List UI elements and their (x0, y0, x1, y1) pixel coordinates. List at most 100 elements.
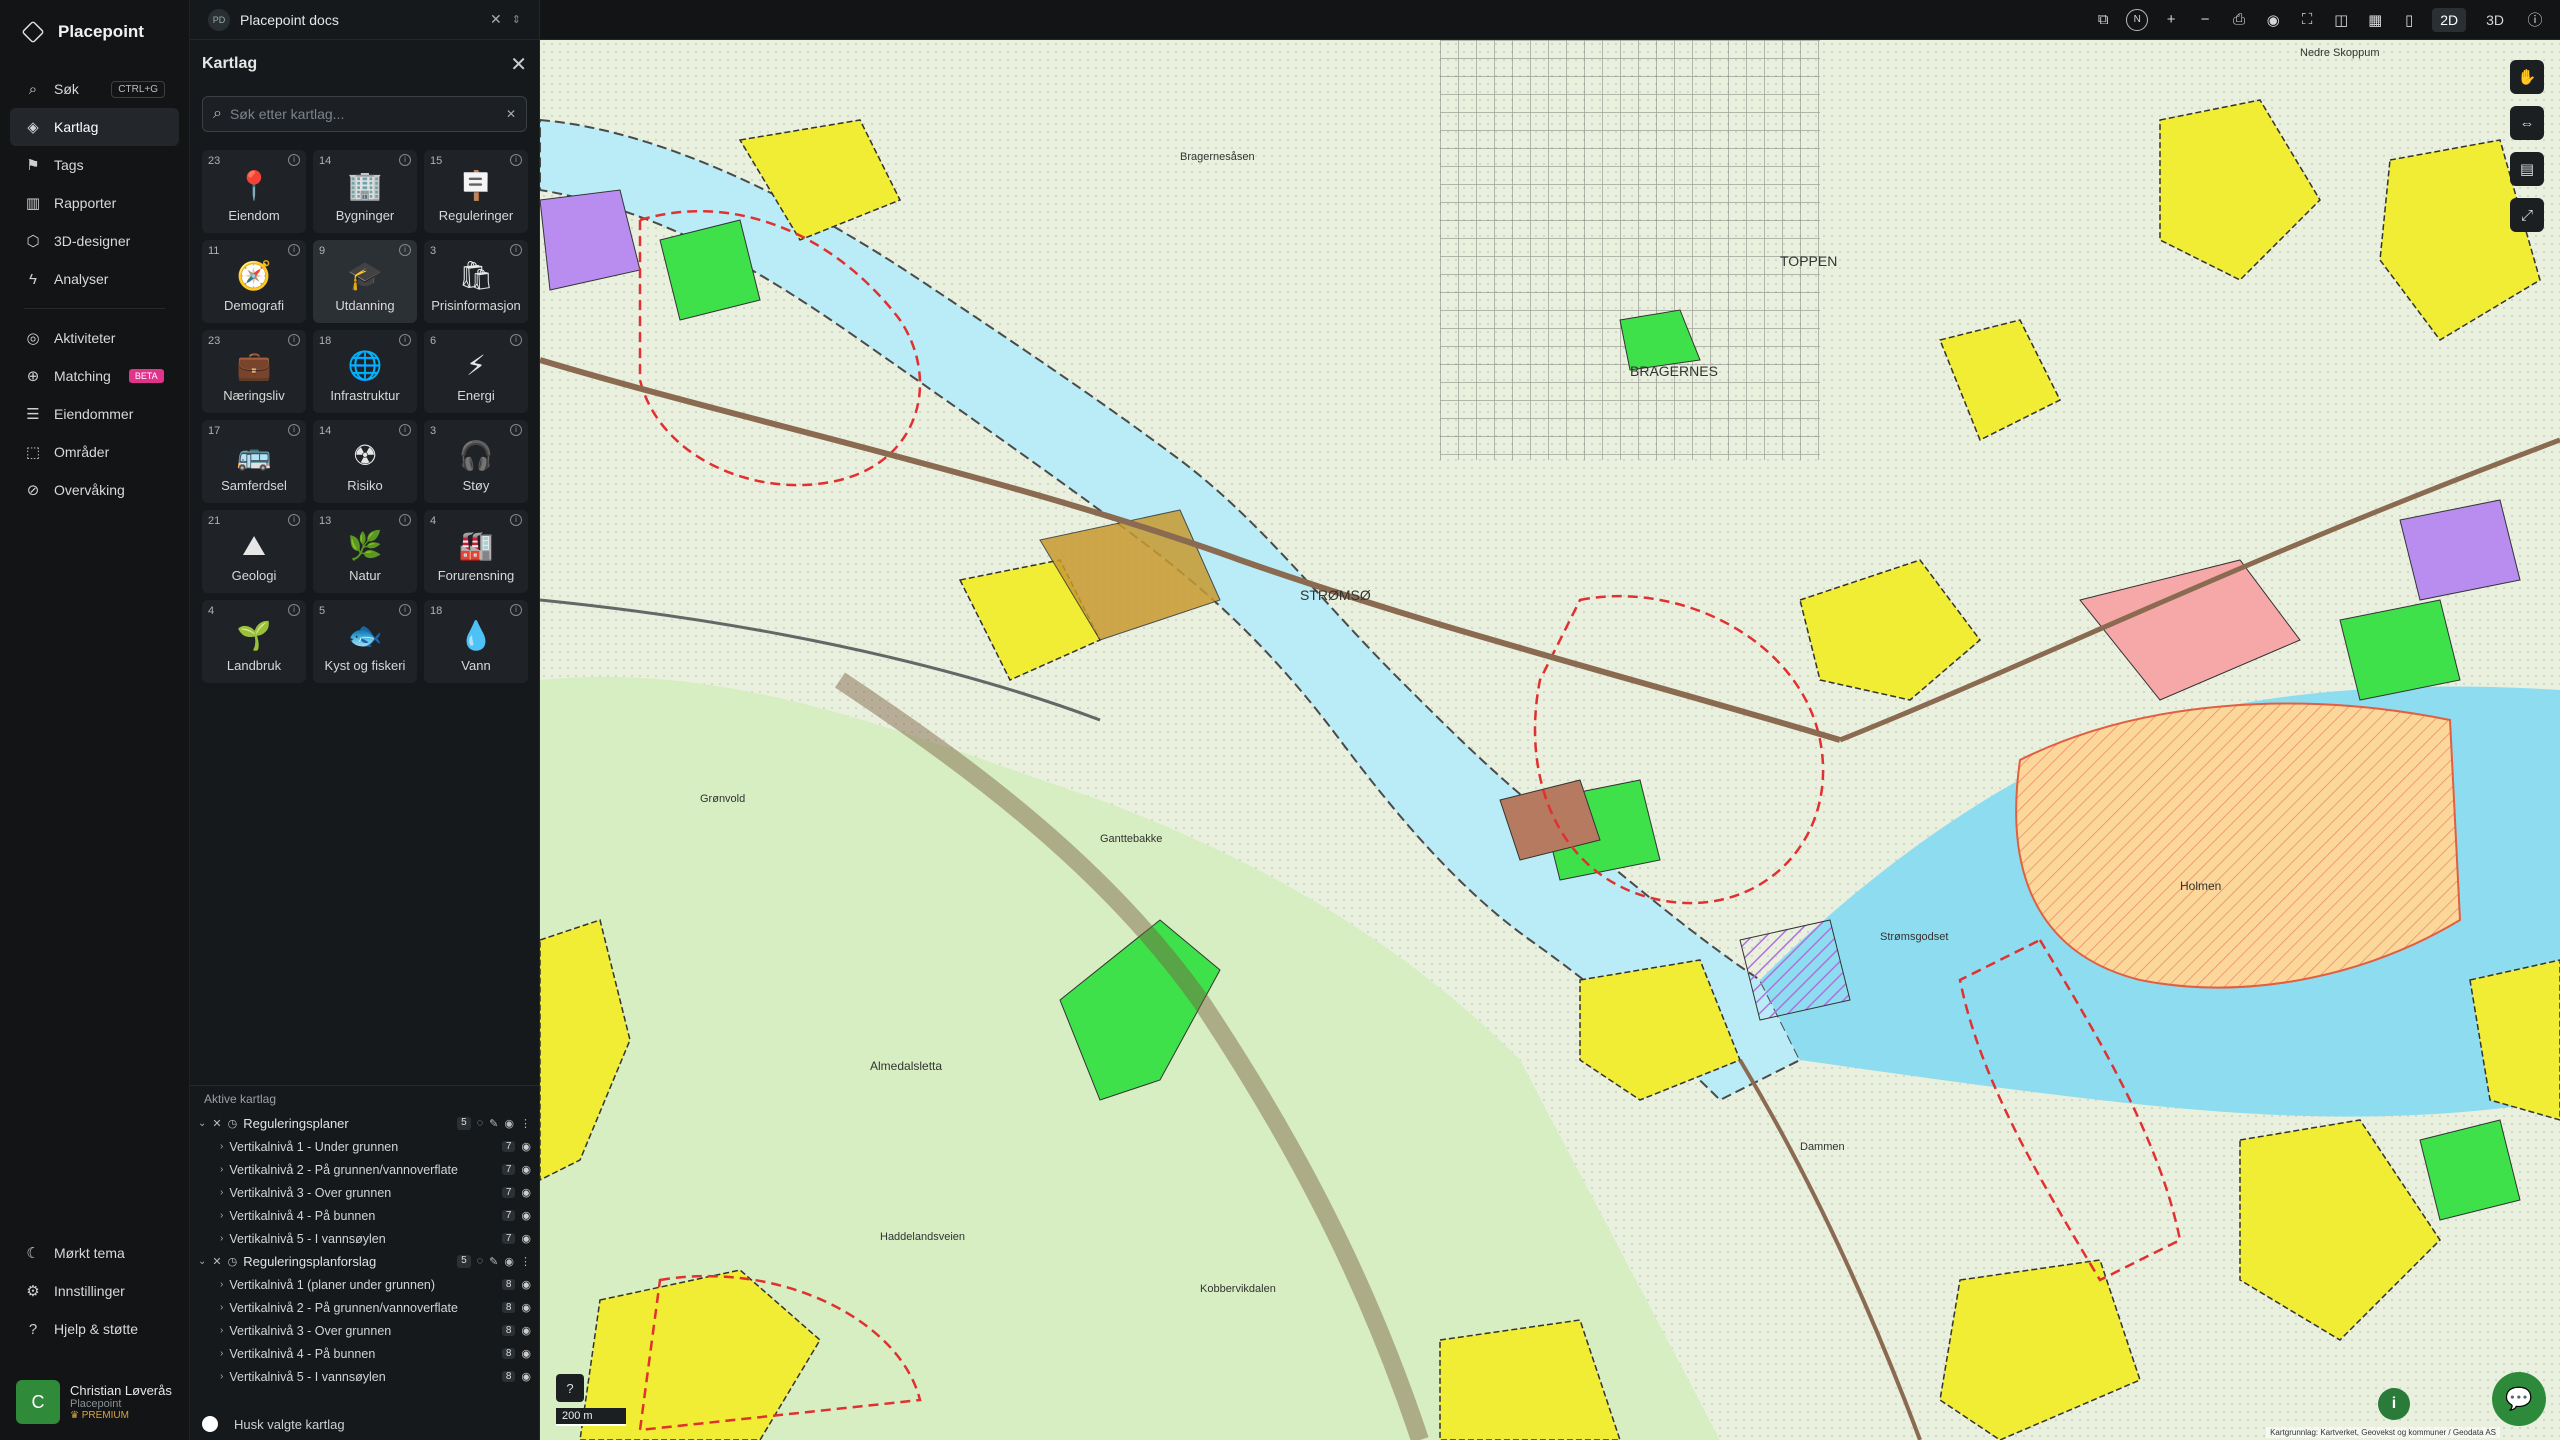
transform-icon[interactable]: ⤢ (2510, 198, 2544, 232)
eye-icon[interactable]: ◉ (521, 1209, 531, 1222)
zoom-out-icon[interactable]: − (2194, 11, 2216, 28)
info-icon[interactable]: i (288, 154, 300, 166)
chevron-updown-icon[interactable]: ⇕ (512, 13, 521, 26)
compass-button[interactable]: N (2126, 8, 2149, 31)
layer-search-input[interactable] (229, 106, 498, 122)
active-layer-row[interactable]: › Vertikalnivå 5 - I vannsøylen 7 ◉ (190, 1227, 539, 1250)
category-tile-bygninger[interactable]: 14 i 🏢 Bygninger (313, 150, 417, 233)
edit-icon[interactable]: ✎ (489, 1255, 498, 1268)
category-tile-landbruk[interactable]: 4 i 🌱 Landbruk (202, 600, 306, 683)
active-layer-row[interactable]: › Vertikalnivå 3 - Over grunnen 7 ◉ (190, 1181, 539, 1204)
chevron-down-icon[interactable]: ⌄ (198, 1256, 206, 1267)
category-tile-infrastruktur[interactable]: 18 i 🌐 Infrastruktur (313, 330, 417, 413)
close-panel-icon[interactable]: ✕ (510, 52, 527, 77)
clear-search-icon[interactable]: ✕ (506, 107, 516, 121)
info-icon[interactable]: i (288, 604, 300, 616)
active-layer-row[interactable]: › Vertikalnivå 1 - Under grunnen 7 ◉ (190, 1135, 539, 1158)
info-icon[interactable]: i (510, 604, 522, 616)
zoom-in-icon[interactable]: + (2160, 11, 2182, 28)
layers-stack-icon[interactable]: ⧉ (2092, 11, 2114, 28)
eye-icon[interactable]: ◉ (521, 1347, 531, 1360)
info-icon[interactable]: i (510, 244, 522, 256)
chevron-right-icon[interactable]: › (220, 1371, 223, 1382)
active-layer-group[interactable]: ⌄ ✕ ◷ Reguleringsplanforslag 5 ◌ ✎ ◉ ⋮ (190, 1250, 539, 1273)
category-tile-risiko[interactable]: 14 i ☢ Risiko (313, 420, 417, 503)
chevron-right-icon[interactable]: › (220, 1210, 223, 1221)
chevron-right-icon[interactable]: › (220, 1302, 223, 1313)
info-icon[interactable]: i (399, 334, 411, 346)
category-tile-reguleringer[interactable]: 15 i 🪧 Reguleringer (424, 150, 528, 233)
info-icon[interactable]: i (2378, 1388, 2410, 1420)
info-icon[interactable]: i (399, 244, 411, 256)
user-profile[interactable]: C Christian Løverås Placepoint ♛ PREMIUM (16, 1380, 172, 1424)
category-tile-energi[interactable]: 6 i ⚡ Energi (424, 330, 528, 413)
active-layer-row[interactable]: › Vertikalnivå 4 - På bunnen 7 ◉ (190, 1204, 539, 1227)
chat-icon[interactable]: 💬 (2492, 1372, 2546, 1426)
info-icon[interactable]: ⓘ (2524, 9, 2546, 30)
help-icon[interactable]: ? (556, 1374, 584, 1402)
info-icon[interactable]: i (399, 514, 411, 526)
eye-icon[interactable]: ◉ (521, 1140, 531, 1153)
nav-item-matching[interactable]: ⊕ Matching BETA (10, 357, 179, 395)
hand-tool-icon[interactable]: ✋ (2510, 60, 2544, 94)
chart-icon[interactable]: ▤ (2510, 152, 2544, 186)
chevron-right-icon[interactable]: › (220, 1164, 223, 1175)
eye-icon[interactable]: ◉ (521, 1301, 531, 1314)
camera-icon[interactable]: ◫ (2330, 11, 2352, 29)
nav-item-help[interactable]: ? Hjelp & støtte (10, 1310, 179, 1348)
info-icon[interactable]: i (288, 334, 300, 346)
eye-icon[interactable]: ◉ (521, 1163, 531, 1176)
info-icon[interactable]: i (288, 514, 300, 526)
active-layer-group[interactable]: ⌄ ✕ ◷ Reguleringsplaner 5 ◌ ✎ ◉ ⋮ (190, 1112, 539, 1135)
brand[interactable]: Placepoint (0, 0, 189, 64)
category-tile-prisinformasjon[interactable]: 3 i 🛍 Prisinformasjon (424, 240, 528, 323)
eye-icon[interactable]: ◉ (2262, 11, 2284, 29)
chevron-right-icon[interactable]: › (220, 1348, 223, 1359)
active-layer-row[interactable]: › Vertikalnivå 2 - På grunnen/vannoverfla… (190, 1296, 539, 1319)
more-icon[interactable]: ⋮ (520, 1117, 531, 1130)
category-tile-vann[interactable]: 18 i 💧 Vann (424, 600, 528, 683)
map-canvas[interactable]: BRAGERNES TOPPEN STRØMSØ Nedre Skoppum H… (540, 40, 2560, 1440)
category-tile-geologi[interactable]: 21 i ⛰ Geologi (202, 510, 306, 593)
nav-item-dark-theme[interactable]: ☾ Mørkt tema (10, 1234, 179, 1272)
info-icon[interactable]: i (510, 424, 522, 436)
eye-icon[interactable]: ◉ (521, 1186, 531, 1199)
remember-layers-toggle[interactable]: Husk valgte kartlag (202, 1416, 345, 1432)
info-icon[interactable]: i (288, 244, 300, 256)
nav-item-3d-designer[interactable]: ⬡ 3D-designer (10, 222, 179, 260)
nav-item-analyser[interactable]: ϟ Analyser (10, 260, 179, 298)
category-tile-næringsliv[interactable]: 23 i 💼 Næringsliv (202, 330, 306, 413)
chevron-right-icon[interactable]: › (220, 1279, 223, 1290)
category-tile-demografi[interactable]: 11 i 🧭 Demografi (202, 240, 306, 323)
mode-2d-button[interactable]: 2D (2432, 7, 2467, 32)
bookmark-icon[interactable]: ▯ (2398, 11, 2420, 29)
nav-item-rapporter[interactable]: ▥ Rapporter (10, 184, 179, 222)
nav-item-eiendommer[interactable]: ☰ Eiendommer (10, 395, 179, 433)
category-tile-utdanning[interactable]: 9 i 🎓 Utdanning (313, 240, 417, 323)
eye-icon[interactable]: ◉ (504, 1255, 514, 1268)
category-tile-støy[interactable]: 3 i 🎧 Støy (424, 420, 528, 503)
info-icon[interactable]: i (288, 424, 300, 436)
chevron-right-icon[interactable]: › (220, 1233, 223, 1244)
nav-item-kartlag[interactable]: ◈ Kartlag (10, 108, 179, 146)
chevron-right-icon[interactable]: › (220, 1187, 223, 1198)
category-tile-eiendom[interactable]: 23 i 📍 Eiendom (202, 150, 306, 233)
opacity-icon[interactable]: ◌ (477, 1255, 484, 1268)
nav-item-omrader[interactable]: ⬚ Områder (10, 433, 179, 471)
toggle-switch[interactable] (202, 1416, 218, 1432)
nav-item-tags[interactable]: ⚑ Tags (10, 146, 179, 184)
print-icon[interactable]: ⎙ (2228, 11, 2250, 28)
category-tile-kyst-og-fiskeri[interactable]: 5 i 🐟 Kyst og fiskeri (313, 600, 417, 683)
mode-3d-button[interactable]: 3D (2478, 8, 2512, 32)
nav-item-settings[interactable]: ⚙ Innstillinger (10, 1272, 179, 1310)
opacity-icon[interactable]: ◌ (477, 1117, 484, 1130)
close-icon[interactable]: ✕ (490, 11, 502, 28)
info-icon[interactable]: i (399, 424, 411, 436)
info-icon[interactable]: i (510, 154, 522, 166)
info-icon[interactable]: i (510, 334, 522, 346)
nav-item-overvaking[interactable]: ⊘ Overvåking (10, 471, 179, 509)
info-icon[interactable]: i (510, 514, 522, 526)
fullscreen-icon[interactable]: ⛶ (2296, 11, 2318, 28)
eye-icon[interactable]: ◉ (521, 1232, 531, 1245)
nav-item-search[interactable]: ⌕ Søk CTRL+G (10, 70, 179, 108)
